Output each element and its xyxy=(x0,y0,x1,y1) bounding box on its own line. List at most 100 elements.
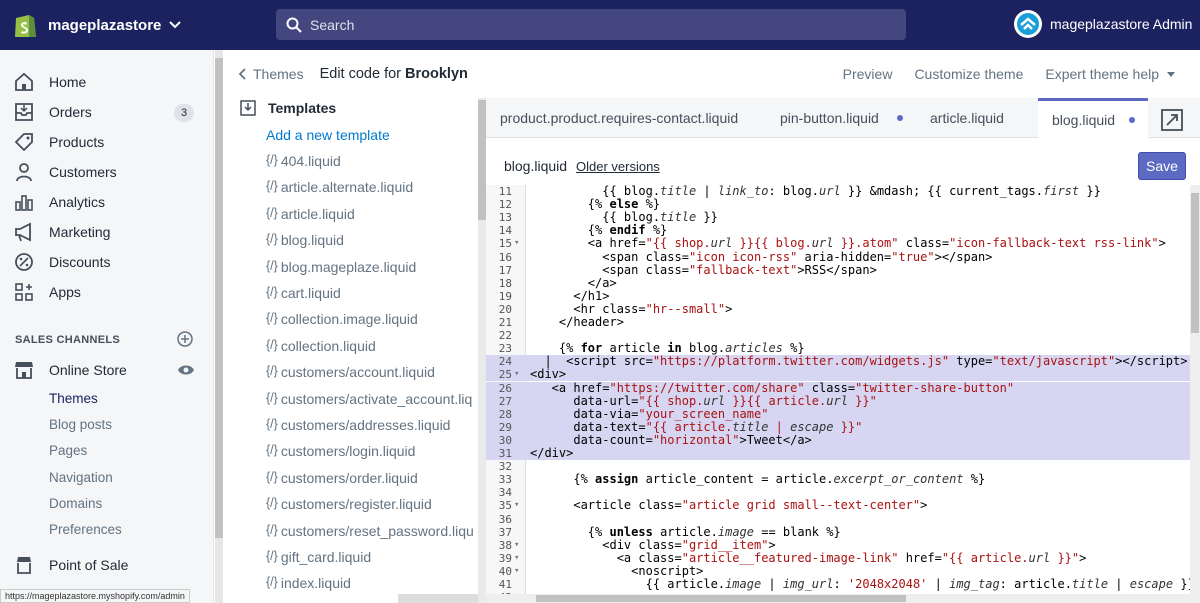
line-number: 22 xyxy=(498,329,512,343)
code-line[interactable]: 41 {{ article.image | img_url: '2048x204… xyxy=(486,577,1200,591)
code-text: <a class="article__featured-image-link" … xyxy=(530,550,1087,565)
code-line[interactable]: 33 {% assign article_content = article.e… xyxy=(486,473,1200,487)
megaphone-icon xyxy=(15,222,31,242)
file-item[interactable]: {/} gift_card.liquid xyxy=(266,549,371,565)
nav-apps[interactable]: Apps xyxy=(14,282,81,302)
code-vertical-scrollbar[interactable] xyxy=(1190,185,1200,594)
file-item[interactable]: {/} customers/reset_password.liqu xyxy=(266,523,474,539)
code-line[interactable]: 17 <span class="fallback-text">RSS</span… xyxy=(486,263,1200,277)
code-line[interactable]: 37 {% unless article.image == blank %} xyxy=(486,525,1200,539)
add-channel-icon[interactable] xyxy=(177,331,193,347)
editor-tabs: product.product.requires-contact.liquid … xyxy=(486,98,1200,139)
file-item[interactable]: {/} blog.liquid xyxy=(266,232,344,248)
customize-theme-link[interactable]: Customize theme xyxy=(914,66,1023,82)
file-item[interactable]: {/} customers/register.liquid xyxy=(266,496,432,512)
code-line[interactable]: 31 </div> xyxy=(486,446,1200,461)
nav-analytics[interactable]: Analytics xyxy=(14,192,105,212)
fold-arrow-icon[interactable]: ▾ xyxy=(514,237,519,250)
file-item[interactable]: {/} index.liquid xyxy=(266,575,351,591)
older-versions-link[interactable]: Older versions xyxy=(576,159,660,174)
store-switcher[interactable]: mageplazastore xyxy=(12,11,252,39)
code-line[interactable]: 36 xyxy=(486,513,1200,526)
file-item[interactable]: {/} customers/login.liquid xyxy=(266,443,415,459)
preview-link[interactable]: Preview xyxy=(843,66,893,82)
top-bar: mageplazastore Search mageplazastore Adm… xyxy=(0,0,1200,50)
expand-icon[interactable] xyxy=(1160,108,1184,132)
code-line[interactable]: 39 ▾ <a class="article__featured-image-li… xyxy=(486,550,1200,565)
nav-products[interactable]: Products xyxy=(14,132,104,152)
save-button[interactable]: Save xyxy=(1138,152,1186,180)
file-name: blog.liquid xyxy=(280,232,344,249)
line-number: 26 xyxy=(498,381,512,395)
nav-online-store[interactable]: Online Store xyxy=(14,360,127,380)
code-line[interactable]: 35 ▾ <article class="article grid small--… xyxy=(486,499,1200,513)
file-item[interactable]: {/} article.alternate.liquid xyxy=(266,179,413,195)
nav-sub-preferences[interactable]: Preferences xyxy=(49,522,122,537)
file-item[interactable]: {/} customers/order.liquid xyxy=(266,470,418,486)
nav-customers[interactable]: Customers xyxy=(14,162,117,182)
code-line[interactable]: 27 data-url="{{ shop.url }}{{ article.ur… xyxy=(486,394,1200,408)
sales-channels-header: SALES CHANNELS xyxy=(15,334,121,346)
code-line[interactable]: 29 data-text="{{ article.title | escape … xyxy=(486,420,1200,434)
nav-sub-blog-posts[interactable]: Blog posts xyxy=(49,417,112,432)
code-line[interactable]: 21 </header> xyxy=(486,315,1200,329)
file-item[interactable]: {/} customers/addresses.liquid xyxy=(266,417,450,433)
nav-sub-themes[interactable]: Themes xyxy=(49,391,98,406)
code-line[interactable]: 15 ▾ <a href="{{ shop.url }}{{ blog.url }… xyxy=(486,237,1200,251)
file-item[interactable]: {/} customers/account.liquid xyxy=(266,364,435,380)
eye-icon[interactable] xyxy=(177,363,195,377)
line-number: 24 xyxy=(498,355,512,369)
file-name: 404.liquid xyxy=(280,153,341,169)
scrollbar-thumb[interactable] xyxy=(478,100,486,220)
nav-orders[interactable]: Orders xyxy=(14,102,92,122)
nav-sub-pages[interactable]: Pages xyxy=(49,443,87,458)
file-item[interactable]: {/} cart.liquid xyxy=(266,285,341,301)
scrollbar-thumb[interactable] xyxy=(215,58,223,538)
nav-home[interactable]: Home xyxy=(14,72,86,92)
tab-pin-button[interactable]: pin-button.liquid xyxy=(766,98,916,138)
nav-point-of-sale[interactable]: Point of Sale xyxy=(14,555,128,575)
back-to-themes-link[interactable]: Themes xyxy=(238,66,304,82)
code-line[interactable]: 19 </h1> xyxy=(486,289,1200,303)
nav-discounts[interactable]: Discounts xyxy=(14,252,110,272)
tab-article[interactable]: article.liquid xyxy=(916,98,1036,138)
page-title: Edit code for Brooklyn xyxy=(320,66,468,82)
fold-arrow-icon[interactable]: ▾ xyxy=(514,368,519,381)
fold-arrow-icon[interactable]: ▾ xyxy=(514,539,519,552)
left-nav-scrollbar[interactable] xyxy=(215,50,223,603)
fold-arrow-icon[interactable]: ▾ xyxy=(514,499,519,512)
nav-marketing[interactable]: Marketing xyxy=(14,222,110,242)
templates-folder[interactable]: Templates xyxy=(240,100,336,116)
file-item[interactable]: {/} 404.liquid xyxy=(266,153,341,169)
code-horizontal-scrollbar[interactable] xyxy=(486,594,1200,603)
file-item[interactable]: {/} collection.liquid xyxy=(266,338,376,354)
nav-sub-domains[interactable]: Domains xyxy=(49,496,102,511)
tab-blog[interactable]: blog.liquid xyxy=(1038,98,1148,139)
file-item[interactable]: {/} blog.mageplaze.liquid xyxy=(266,259,416,275)
file-tree-scrollbar[interactable] xyxy=(478,98,486,603)
fold-arrow-icon[interactable]: ▾ xyxy=(514,552,519,565)
nav-sub-navigation[interactable]: Navigation xyxy=(49,470,113,485)
unsaved-dot-icon xyxy=(1129,117,1136,123)
scrollbar-thumb[interactable] xyxy=(536,595,906,602)
code-line[interactable]: 30 data-count="horizontal">Tweet</a> xyxy=(486,433,1200,447)
code-line[interactable]: 25 ▾ <div> xyxy=(486,368,1200,382)
search-input[interactable]: Search xyxy=(276,9,906,40)
file-item[interactable]: {/} article.liquid xyxy=(266,206,355,222)
account-menu[interactable]: mageplazastore Admin xyxy=(1014,10,1192,38)
file-item[interactable]: {/} customers/activate_account.liq xyxy=(266,391,472,407)
scrollbar-thumb[interactable] xyxy=(1191,193,1199,333)
file-name: collection.liquid xyxy=(280,337,376,354)
file-name: article.liquid xyxy=(280,205,355,222)
file-item[interactable]: {/} collection.image.liquid xyxy=(266,311,418,327)
code-editor[interactable]: 11 {{ blog.title | link_to: blog.url }} … xyxy=(486,185,1200,603)
expert-help-dropdown[interactable]: Expert theme help xyxy=(1045,66,1159,82)
add-new-template-link[interactable]: Add a new template xyxy=(266,127,390,143)
line-number: 15 xyxy=(498,237,512,251)
code-line[interactable]: 18 </a> xyxy=(486,276,1200,290)
fold-arrow-icon[interactable]: ▾ xyxy=(514,565,519,578)
code-line[interactable]: 16 <span class="icon icon-rss" aria-hidd… xyxy=(486,250,1200,264)
tab-product-requires-contact[interactable]: product.product.requires-contact.liquid xyxy=(486,98,756,138)
code-line[interactable]: 24 | <script src="https://platform.twitt… xyxy=(486,355,1200,369)
file-tree-horizontal-scrollbar[interactable] xyxy=(398,594,478,603)
